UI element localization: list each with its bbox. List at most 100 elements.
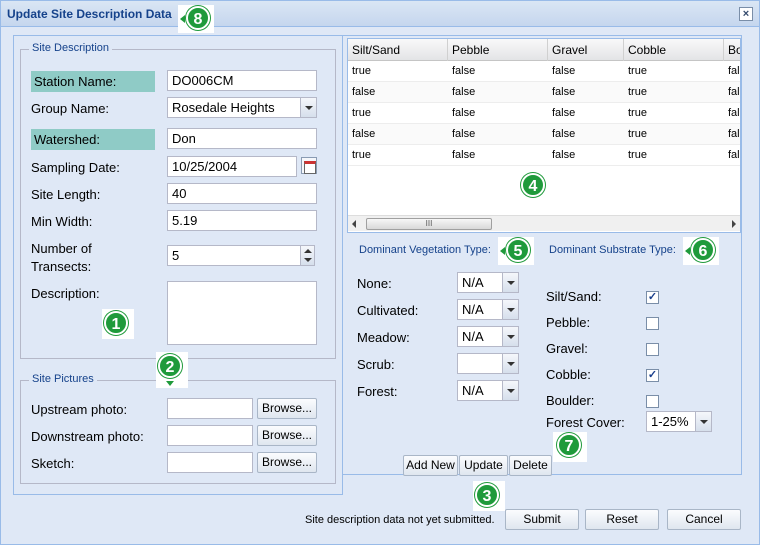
vegetation-label: None:	[357, 276, 392, 291]
window-title: Update Site Description Data	[7, 7, 172, 21]
forest-cover-dropdown-icon[interactable]	[695, 411, 712, 432]
grid-column-header[interactable]: Cobble	[624, 39, 724, 61]
table-cell: fal	[728, 86, 740, 98]
vegetation-select[interactable]: N/A	[457, 326, 503, 347]
table-cell: fal	[728, 128, 740, 140]
table-cell: true	[628, 86, 647, 98]
downstream-photo-input[interactable]	[167, 425, 253, 446]
add-new-button[interactable]: Add New	[403, 455, 458, 476]
substrate-grid[interactable]: Silt/Sand Pebble Gravel Cobble Bo truefa…	[347, 38, 741, 233]
vegetation-select[interactable]: N/A	[457, 380, 503, 401]
min-width-input[interactable]: 5.19	[167, 210, 317, 231]
transects-stepper[interactable]	[300, 245, 315, 266]
table-row[interactable]: false false false true fal	[348, 82, 740, 103]
table-cell: false	[352, 86, 376, 98]
vegetation-select[interactable]: N/A	[457, 299, 503, 320]
callout-badge-8: 8	[186, 6, 210, 30]
chevron-down-icon[interactable]	[502, 326, 519, 347]
table-cell: false	[552, 86, 576, 98]
substrate-checkbox[interactable]: ✓	[646, 291, 659, 304]
table-cell: fal	[728, 149, 740, 161]
callout-badge-7: 7	[557, 433, 581, 457]
callout-pointer-icon	[685, 247, 690, 255]
substrate-checkbox[interactable]	[646, 317, 659, 330]
grid-column-header[interactable]: Silt/Sand	[348, 39, 448, 61]
station-name-label: Station Name:	[31, 71, 155, 92]
spin-down-icon[interactable]	[304, 258, 312, 262]
watershed-input[interactable]: Don	[167, 128, 317, 149]
vegetation-label: Forest:	[357, 384, 398, 399]
table-cell: true	[352, 149, 371, 161]
grid-column-header[interactable]: Bo	[724, 39, 740, 61]
substrate-type-title: Dominant Substrate Type:	[549, 244, 676, 256]
station-name-input[interactable]: DO006CM	[167, 70, 317, 91]
table-cell: fal	[728, 107, 740, 119]
grid-column-header[interactable]: Pebble	[448, 39, 548, 61]
table-cell: true	[628, 107, 647, 119]
table-cell: false	[552, 107, 576, 119]
chevron-down-icon[interactable]	[502, 380, 519, 401]
watershed-label: Watershed:	[31, 129, 155, 150]
description-textarea[interactable]	[167, 281, 317, 345]
chevron-down-icon[interactable]	[502, 299, 519, 320]
reset-button[interactable]: Reset	[585, 509, 659, 530]
table-cell: false	[352, 128, 376, 140]
transects-input[interactable]: 5	[167, 245, 301, 266]
table-row[interactable]: true false false true fal	[348, 103, 740, 124]
submit-button[interactable]: Submit	[505, 509, 579, 530]
downstream-photo-label: Downstream photo:	[31, 429, 144, 444]
update-button[interactable]: Update	[459, 455, 508, 476]
window-titlebar[interactable]: Update Site Description Data ×	[1, 1, 759, 27]
vegetation-type-title: Dominant Vegetation Type:	[359, 244, 491, 256]
vegetation-label: Scrub:	[357, 357, 395, 372]
substrate-checkbox[interactable]: ✓	[646, 369, 659, 382]
forest-cover-select[interactable]: 1-25%	[646, 411, 696, 432]
grid-column-header[interactable]: Gravel	[548, 39, 624, 61]
table-cell: false	[552, 149, 576, 161]
vegetation-select[interactable]	[457, 353, 503, 374]
group-name-select[interactable]: Rosedale Heights	[167, 97, 301, 118]
spin-up-icon[interactable]	[304, 249, 312, 253]
grid-horizontal-scrollbar[interactable]: III	[348, 215, 740, 231]
grid-header: Silt/Sand Pebble Gravel Cobble Bo	[348, 39, 740, 61]
chevron-down-icon[interactable]	[502, 272, 519, 293]
vegetation-select[interactable]: N/A	[457, 272, 503, 293]
table-row[interactable]: true false false true fal	[348, 61, 740, 82]
close-icon[interactable]: ×	[739, 7, 753, 21]
table-cell: false	[452, 128, 476, 140]
sampling-date-input[interactable]: 10/25/2004	[167, 156, 297, 177]
table-cell: fal	[728, 65, 740, 77]
upstream-photo-input[interactable]	[167, 398, 253, 419]
calendar-icon[interactable]	[301, 157, 317, 174]
vegetation-label: Meadow:	[357, 330, 410, 345]
sketch-browse-button[interactable]: Browse...	[257, 452, 317, 473]
site-pictures-legend: Site Pictures	[29, 373, 97, 385]
substrate-label: Boulder:	[546, 393, 595, 408]
substrate-label: Gravel:	[546, 341, 588, 356]
substrate-checkbox[interactable]	[646, 395, 659, 408]
site-length-input[interactable]: 40	[167, 183, 317, 204]
table-cell: false	[552, 128, 576, 140]
scroll-right-icon[interactable]	[732, 220, 736, 228]
table-cell: true	[628, 149, 647, 161]
callout-pointer-icon	[166, 381, 174, 386]
group-name-label: Group Name:	[31, 101, 110, 116]
upstream-browse-button[interactable]: Browse...	[257, 398, 317, 419]
sketch-input[interactable]	[167, 452, 253, 473]
site-description-fieldset: Site Description Station Name: DO006CM G…	[20, 42, 336, 359]
table-cell: true	[352, 107, 371, 119]
transects-label-line1: Number of	[31, 241, 92, 256]
callout-badge-1: 1	[104, 311, 128, 335]
cancel-button[interactable]: Cancel	[667, 509, 741, 530]
group-name-dropdown-icon[interactable]	[300, 97, 317, 118]
chevron-down-icon[interactable]	[502, 353, 519, 374]
substrate-checkbox[interactable]	[646, 343, 659, 356]
downstream-browse-button[interactable]: Browse...	[257, 425, 317, 446]
table-row[interactable]: false false false true fal	[348, 124, 740, 145]
table-row[interactable]: true false false true fal	[348, 145, 740, 166]
scroll-left-icon[interactable]	[352, 220, 356, 228]
scroll-thumb[interactable]: III	[366, 218, 492, 230]
delete-button[interactable]: Delete	[509, 455, 552, 476]
transects-label-line2: Transects:	[31, 259, 92, 274]
sketch-label: Sketch:	[31, 456, 75, 471]
